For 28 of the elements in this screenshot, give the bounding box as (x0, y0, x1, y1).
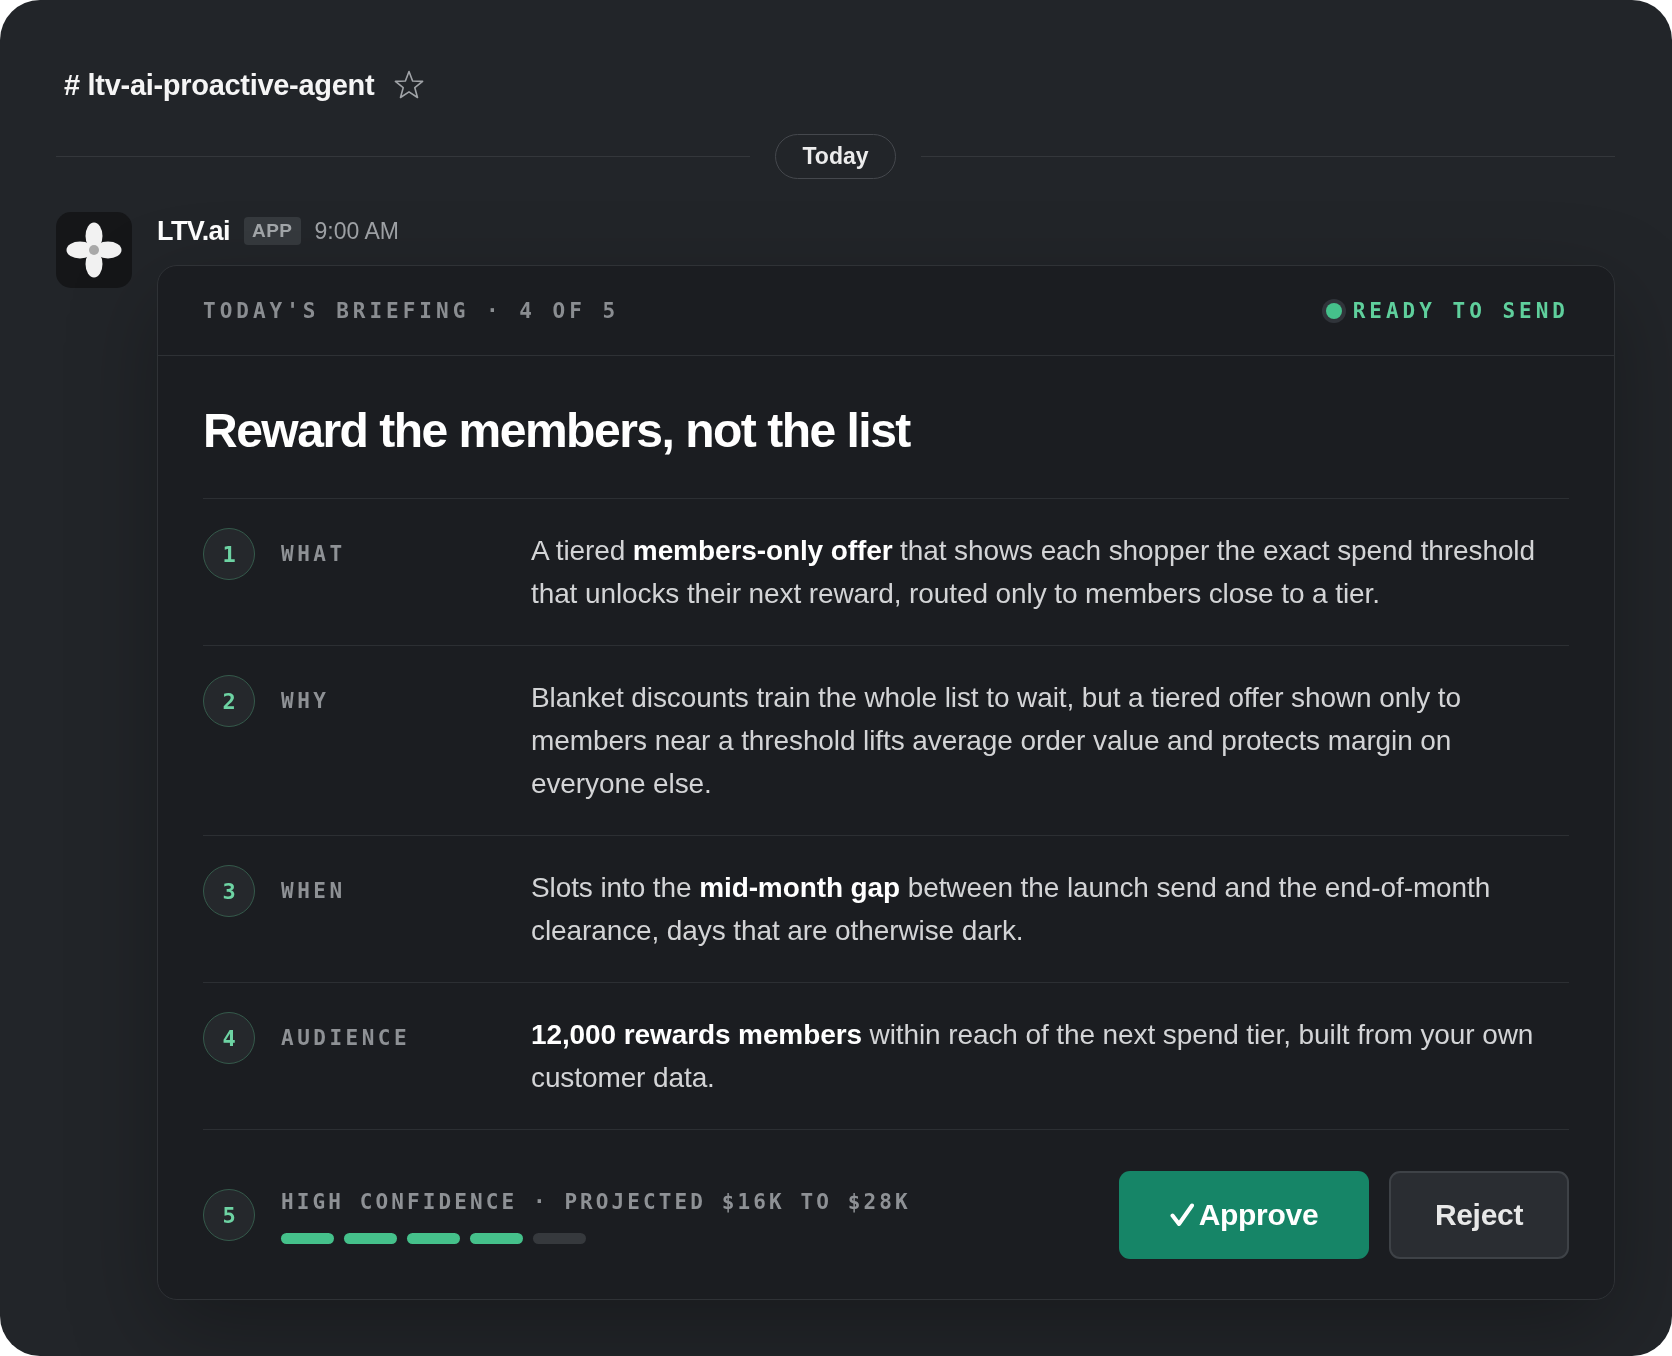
row-label: WHY (281, 689, 330, 713)
sender-name[interactable]: LTV.ai (157, 215, 230, 247)
app-badge: APP (243, 217, 301, 245)
step-number: 4 (203, 1012, 255, 1064)
row-description: 12,000 rewards members within reach of the next spend tier, built from your own customer data. (531, 1018, 1535, 1095)
confidence-label: HIGH CONFIDENCE · PROJECTED $16K TO $28K (281, 1190, 911, 1214)
message-time: 9:00 AM (314, 217, 399, 245)
channel-title: # ltv-ai-proactive-agent (64, 68, 375, 102)
status-label: READY TO SEND (1352, 298, 1569, 323)
row-description: Slots into the mid-month gap between the launch send and the end-of-month clearance, days that are otherwise dark. (531, 871, 1492, 948)
row-label: WHAT (281, 542, 346, 566)
star-icon[interactable] (394, 70, 425, 100)
date-pill[interactable]: Today (775, 134, 896, 179)
status-dot-icon (1321, 298, 1346, 323)
row-description: Blanket discounts train the whole list to wait, but a tiered offer shown only to members near a threshold lifts average order value and protects margin on everyone else. (531, 681, 1462, 801)
reject-button[interactable]: Reject (1389, 1171, 1569, 1259)
row-label: AUDIENCE (281, 1026, 411, 1050)
briefing-title: Reward the members, not the list (203, 403, 912, 459)
approve-button[interactable]: Approve (1119, 1171, 1369, 1259)
briefing-eyebrow: TODAY'S BRIEFING · 4 OF 5 (203, 298, 620, 323)
step-number: 1 (203, 528, 255, 580)
row-label: WHEN (281, 879, 346, 903)
row-description: A tiered members-only offer that shows each shopper the exact spend threshold that unlocks their next reward, routed only to members close to a tier. (531, 534, 1536, 611)
step-number: 3 (203, 865, 255, 917)
step-number: 2 (203, 675, 255, 727)
flower-avatar-icon (56, 212, 132, 288)
step-number: 5 (203, 1189, 255, 1241)
check-icon (1169, 1203, 1194, 1227)
